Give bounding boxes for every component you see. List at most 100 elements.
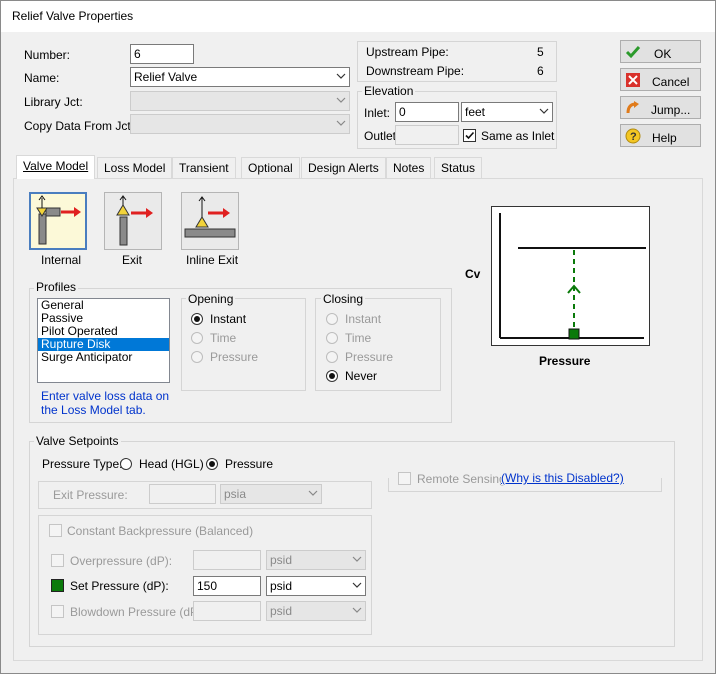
opening-group-label: Opening bbox=[186, 292, 236, 306]
checkmark-icon bbox=[625, 46, 641, 59]
chevron-down-icon bbox=[336, 71, 346, 81]
tab-valve-model[interactable]: Valve Model bbox=[16, 155, 96, 179]
blowdown-input[interactable] bbox=[193, 601, 261, 621]
opening-time-label: Time bbox=[210, 331, 237, 345]
inlet-input[interactable]: 0 bbox=[395, 102, 459, 122]
svg-text:?: ? bbox=[630, 131, 637, 143]
close-icon bbox=[626, 73, 640, 87]
library-combo[interactable] bbox=[130, 91, 350, 111]
overpressure-checkbox[interactable] bbox=[51, 554, 64, 567]
overpressure-unit-combo[interactable]: psid bbox=[266, 550, 366, 570]
exit-pressure-unit: psia bbox=[224, 487, 247, 501]
profiles-group-label: Profiles bbox=[34, 280, 79, 294]
closing-group-label: Closing bbox=[321, 292, 366, 306]
cancel-button[interactable]: Cancel bbox=[620, 68, 701, 91]
help-button[interactable]: ? Help bbox=[620, 124, 701, 147]
jump-button[interactable]: Jump... bbox=[620, 96, 701, 119]
valve-type-exit-label: Exit bbox=[122, 253, 143, 267]
closing-time-radio[interactable] bbox=[326, 332, 338, 344]
closing-time-label: Time bbox=[345, 331, 372, 345]
chevron-down-icon bbox=[308, 488, 318, 498]
cv-curve bbox=[499, 213, 646, 340]
cancel-label: Cancel bbox=[652, 75, 690, 89]
same-as-inlet-checkbox[interactable] bbox=[463, 129, 476, 142]
pressure-type-label: Pressure Type: bbox=[42, 457, 123, 471]
tab-loss-model[interactable]: Loss Model bbox=[97, 157, 173, 178]
tab-label: Status bbox=[441, 161, 476, 175]
tab-design-alerts[interactable]: Design Alerts bbox=[301, 157, 386, 178]
ok-button[interactable]: OK bbox=[620, 40, 701, 63]
valve-type-internal-button[interactable] bbox=[29, 192, 87, 250]
closing-never-radio[interactable] bbox=[326, 370, 338, 382]
chevron-down-icon bbox=[539, 106, 549, 116]
closing-instant-label: Instant bbox=[345, 312, 382, 326]
valve-type-exit-button[interactable] bbox=[104, 192, 162, 250]
remote-sensing-link[interactable]: (Why is this Disabled?) bbox=[501, 471, 624, 485]
tab-notes[interactable]: Notes bbox=[386, 157, 432, 178]
blowdown-unit-combo[interactable]: psid bbox=[266, 601, 366, 621]
upstream-pipe-value: 5 bbox=[537, 45, 544, 59]
valve-setpoints-group-label: Valve Setpoints bbox=[34, 434, 121, 448]
pressure-type-pressure-label: Pressure bbox=[225, 457, 274, 471]
overpressure-unit: psid bbox=[270, 553, 293, 567]
internal-valve-icon bbox=[36, 195, 81, 245]
downstream-pipe-label: Downstream Pipe: bbox=[366, 64, 465, 78]
outlet-input[interactable] bbox=[395, 125, 459, 145]
jump-label: Jump... bbox=[651, 103, 691, 117]
inlet-unit-value: feet bbox=[465, 105, 486, 119]
dialog-window: Relief Valve Properties Number: 6 Name: … bbox=[0, 0, 716, 674]
set-pressure-unit-combo[interactable]: psid bbox=[266, 576, 366, 596]
name-combo[interactable]: Relief Valve bbox=[130, 67, 350, 87]
name-label: Name: bbox=[24, 71, 60, 85]
tab-transient[interactable]: Transient bbox=[172, 157, 236, 178]
overpressure-label: Overpressure (dP): bbox=[70, 554, 173, 568]
closing-pressure-radio[interactable] bbox=[326, 351, 338, 363]
upstream-pipe-label: Upstream Pipe: bbox=[366, 45, 449, 59]
valve-type-internal-label: Internal bbox=[41, 253, 82, 267]
set-pressure-indicator bbox=[51, 579, 64, 592]
blowdown-checkbox[interactable] bbox=[51, 605, 64, 618]
exit-pressure-input[interactable] bbox=[149, 484, 216, 504]
closing-never-label: Never bbox=[345, 369, 378, 383]
pressure-type-pressure-radio[interactable] bbox=[206, 458, 218, 470]
cv-pressure-graph bbox=[491, 206, 650, 346]
pressure-type-head-radio[interactable] bbox=[120, 458, 132, 470]
tab-optional[interactable]: Optional bbox=[241, 157, 300, 178]
chevron-down-icon bbox=[352, 580, 362, 590]
downstream-pipe-value: 6 bbox=[537, 64, 544, 78]
remote-sensing-checkbox[interactable] bbox=[398, 472, 411, 485]
elevation-group-label: Elevation bbox=[362, 84, 416, 98]
opening-pressure-label: Pressure bbox=[210, 350, 259, 364]
opening-instant-radio[interactable] bbox=[191, 313, 203, 325]
exit-valve-icon bbox=[116, 195, 153, 246]
opening-pressure-radio[interactable] bbox=[191, 351, 203, 363]
valve-type-inline-exit-button[interactable] bbox=[181, 192, 239, 250]
exit-pressure-label: Exit Pressure: bbox=[53, 488, 128, 502]
chevron-down-icon bbox=[352, 605, 362, 615]
inlet-unit-combo[interactable]: feet bbox=[461, 102, 553, 122]
pressure-type-head-label: Head (HGL) bbox=[139, 457, 204, 471]
chevron-down-icon bbox=[336, 118, 346, 128]
copy-data-combo[interactable] bbox=[130, 114, 350, 134]
list-item[interactable]: Surge Anticipator bbox=[38, 351, 169, 364]
tab-label: Loss Model bbox=[104, 161, 166, 175]
tab-label: Transient bbox=[179, 161, 229, 175]
number-label: Number: bbox=[24, 48, 71, 62]
exit-pressure-unit-combo[interactable]: psia bbox=[220, 484, 322, 504]
copy-data-label: Copy Data From Jct... bbox=[24, 119, 141, 133]
graph-x-label: Pressure bbox=[539, 354, 591, 368]
remote-sensing-label: Remote Sensing bbox=[417, 472, 506, 486]
inline-exit-valve-icon bbox=[184, 196, 236, 238]
number-input[interactable]: 6 bbox=[130, 44, 194, 64]
closing-instant-radio[interactable] bbox=[326, 313, 338, 325]
opening-time-radio[interactable] bbox=[191, 332, 203, 344]
set-pressure-input[interactable]: 150 bbox=[193, 576, 261, 596]
tab-label: Notes bbox=[393, 161, 425, 175]
profiles-list[interactable]: General Passive Pilot Operated Rupture D… bbox=[37, 298, 170, 383]
overpressure-input[interactable] bbox=[193, 550, 261, 570]
name-value: Relief Valve bbox=[134, 70, 198, 84]
tab-status[interactable]: Status bbox=[434, 157, 483, 178]
library-label: Library Jct: bbox=[24, 95, 83, 109]
profiles-note: Enter valve loss data on the Loss Model … bbox=[41, 389, 170, 417]
constant-backpressure-checkbox[interactable] bbox=[49, 524, 62, 537]
